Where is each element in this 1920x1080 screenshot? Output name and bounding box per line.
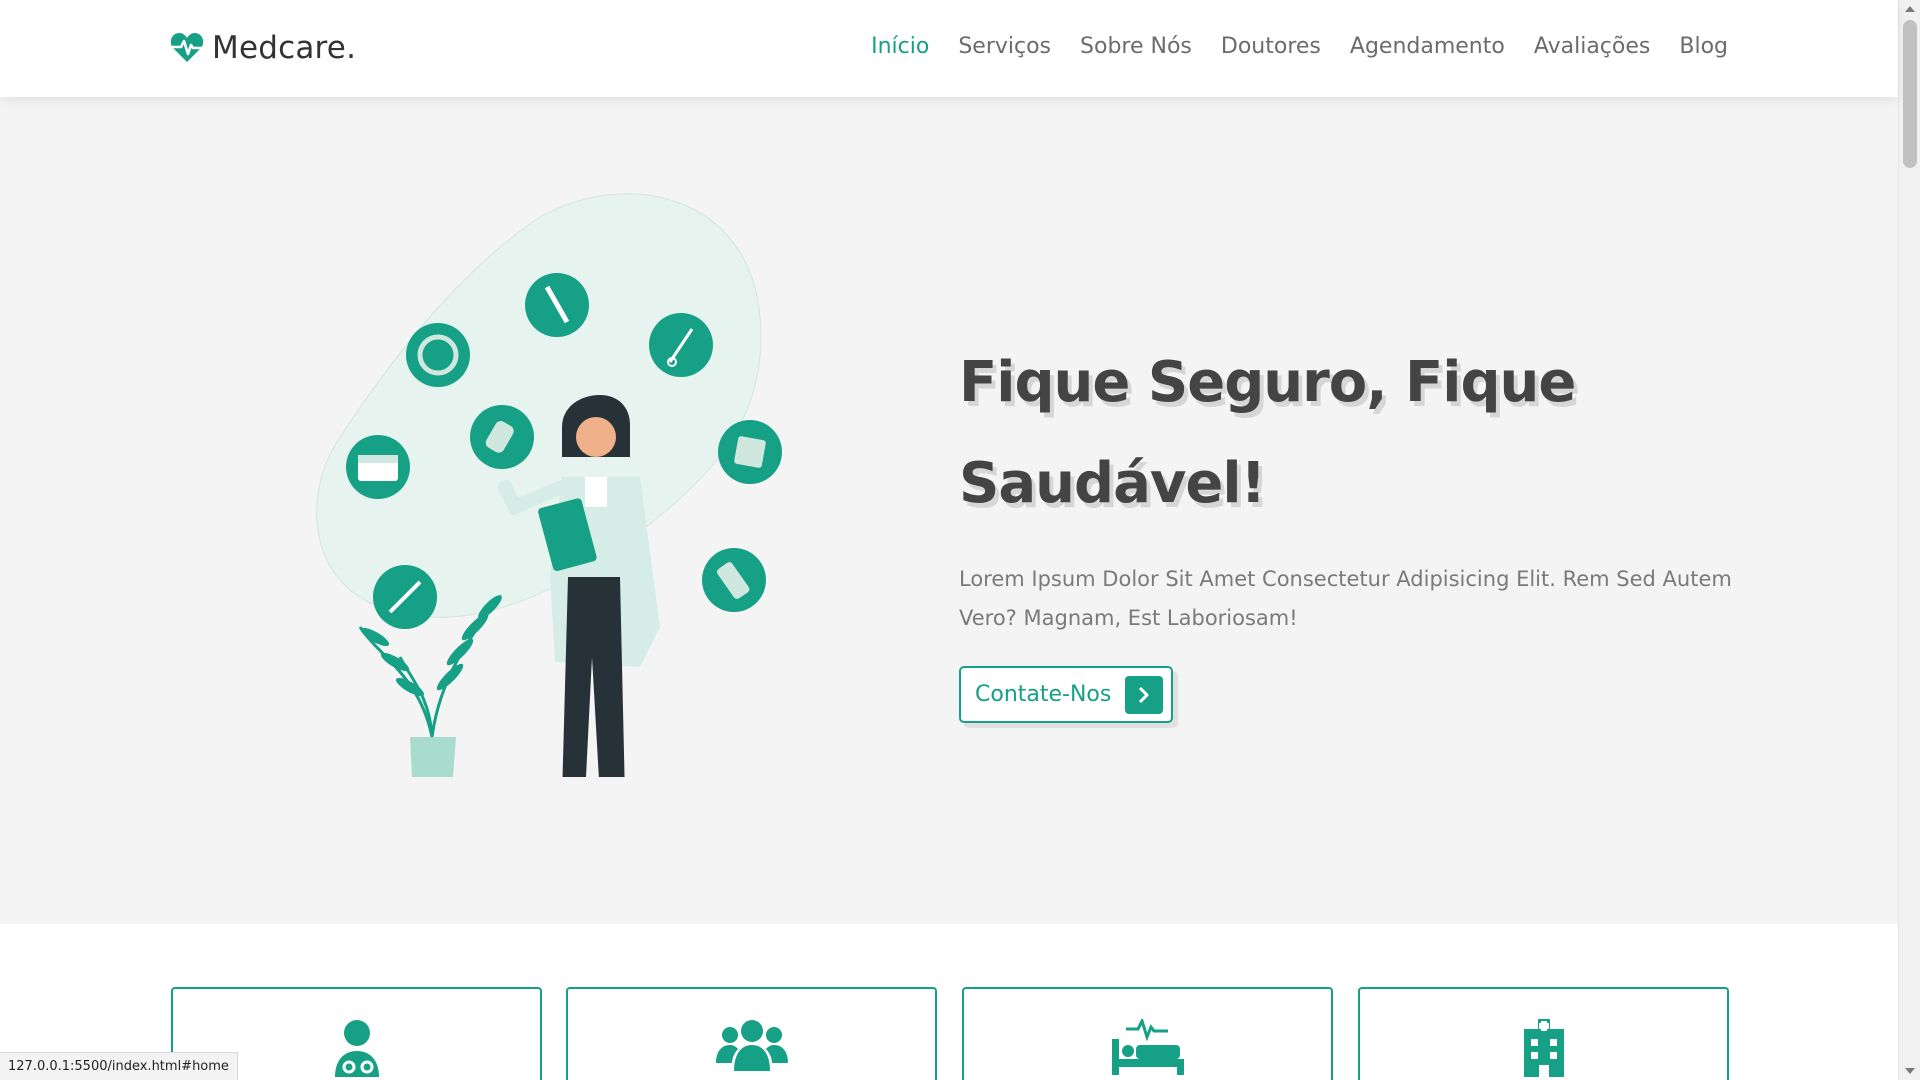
- nav-link-sobre-nos[interactable]: Sobre Nós: [1080, 34, 1192, 59]
- icons-section: [0, 924, 1898, 1080]
- scrollbar-thumb[interactable]: [1903, 20, 1917, 168]
- brand-logo[interactable]: Medcare.: [170, 30, 356, 66]
- hero-title-line2: Saudável!: [959, 451, 1266, 516]
- icon-card-procedures: [962, 987, 1333, 1080]
- site-header: Medcare. Início Serviços Sobre Nós Douto…: [0, 0, 1898, 97]
- contact-us-button[interactable]: Contate-Nos: [959, 666, 1174, 723]
- user-doctor-icon: [334, 1020, 379, 1077]
- hero-section: Fique Seguro, Fique Saudável! Lorem Ipsu…: [0, 97, 1898, 924]
- scroll-down-arrow-icon[interactable]: [1905, 1068, 1915, 1074]
- hero-title-line1: Fique Seguro, Fique: [959, 350, 1576, 415]
- icon-card-hospital: [1358, 987, 1729, 1080]
- link-status-bar: 127.0.0.1:5500/index.html#home: [0, 1052, 238, 1080]
- main-nav: Início Serviços Sobre Nós Doutores Agend…: [871, 34, 1728, 59]
- scroll-up-arrow-icon[interactable]: [1905, 6, 1915, 12]
- hero-title: Fique Seguro, Fique Saudável!: [959, 332, 1739, 534]
- nav-link-inicio[interactable]: Início: [871, 34, 929, 59]
- nav-link-servicos[interactable]: Serviços: [958, 34, 1051, 59]
- chevron-right-icon: [1125, 675, 1164, 714]
- icon-card-users: [566, 987, 937, 1080]
- nav-link-avaliacoes[interactable]: Avaliações: [1534, 34, 1651, 59]
- hero-text-block: Fique Seguro, Fique Saudável! Lorem Ipsu…: [959, 332, 1739, 723]
- heartbeat-icon: [170, 33, 204, 62]
- brand-name: Medcare.: [212, 30, 357, 66]
- doctor-illustration: [316, 193, 782, 777]
- hospital-icon: [1523, 1019, 1564, 1077]
- hero-description: Lorem Ipsum Dolor Sit Amet Consectetur A…: [959, 567, 1732, 630]
- contact-us-label: Contate-Nos: [975, 682, 1112, 707]
- nav-link-blog[interactable]: Blog: [1679, 34, 1728, 59]
- nav-link-agendamento[interactable]: Agendamento: [1350, 34, 1505, 59]
- users-icon: [715, 1020, 788, 1071]
- procedures-icon: [1111, 1019, 1184, 1075]
- nav-link-doutores[interactable]: Doutores: [1221, 34, 1321, 59]
- page-scrollbar[interactable]: [1898, 0, 1920, 1080]
